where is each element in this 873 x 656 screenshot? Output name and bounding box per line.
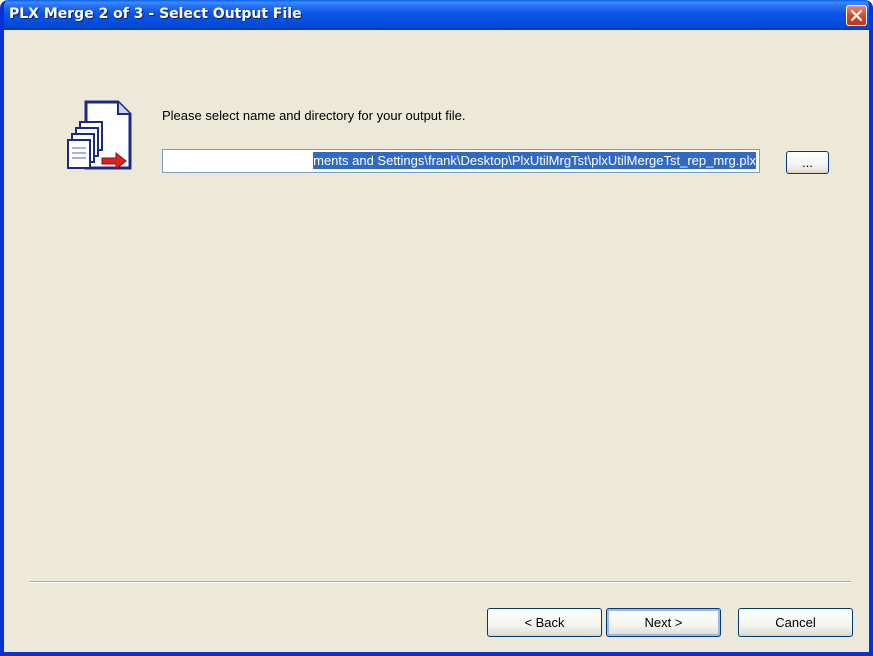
footer-divider <box>30 581 851 583</box>
next-button[interactable]: Next > <box>606 608 721 637</box>
window-title: PLX Merge 2 of 3 - Select Output File <box>9 6 302 22</box>
merge-files-icon <box>66 100 134 176</box>
back-button[interactable]: < Back <box>487 608 602 637</box>
cancel-button[interactable]: Cancel <box>738 608 853 637</box>
output-path-value: ments and Settings\frank\Desktop\PlxUtil… <box>313 152 756 169</box>
dialog-window: PLX Merge 2 of 3 - Select Output File Pl… <box>0 0 873 656</box>
instruction-text: Please select name and directory for you… <box>162 108 466 123</box>
close-button[interactable] <box>846 5 867 26</box>
title-bar[interactable]: PLX Merge 2 of 3 - Select Output File <box>4 0 869 30</box>
output-path-input[interactable]: ments and Settings\frank\Desktop\PlxUtil… <box>162 149 760 173</box>
dialog-content: Please select name and directory for you… <box>4 30 869 652</box>
browse-button[interactable]: ... <box>786 151 829 174</box>
close-icon <box>850 9 863 22</box>
